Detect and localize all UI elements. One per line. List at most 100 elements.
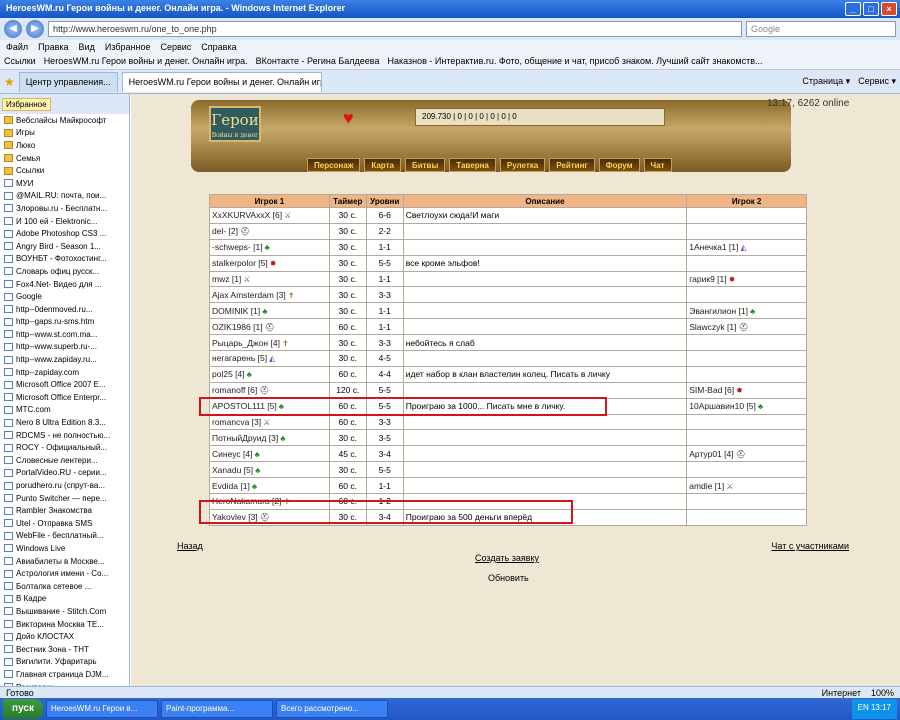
- favorite-item[interactable]: Вигилити. Уфаритарь: [0, 656, 129, 669]
- player1-cell-text[interactable]: -schweps- [1]: [212, 242, 263, 252]
- favorite-item[interactable]: Utel - Отправка SMS: [0, 517, 129, 530]
- game-nav-item[interactable]: Битвы: [404, 158, 446, 172]
- favorite-item[interactable]: ROCY - Официальный...: [0, 441, 129, 454]
- minimize-button[interactable]: _: [845, 2, 861, 16]
- favorite-item[interactable]: Астрология имени - Со...: [0, 567, 129, 580]
- menu-view[interactable]: Вид: [79, 42, 95, 52]
- favorite-item[interactable]: http--0denmoved.ru...: [0, 303, 129, 316]
- player1-cell-text[interactable]: del- [2]: [212, 226, 238, 236]
- link-vkontakte[interactable]: ВКонтакте - Регина Балдеева: [256, 56, 380, 67]
- favorite-item[interactable]: И 100 ей - Elektronic...: [0, 215, 129, 228]
- menu-help[interactable]: Справка: [201, 42, 236, 52]
- game-nav-item[interactable]: Чат: [643, 158, 672, 172]
- favorite-item[interactable]: Семья: [0, 152, 129, 165]
- favorite-item[interactable]: Игры: [0, 127, 129, 140]
- favorite-item[interactable]: http--zapiday.com: [0, 366, 129, 379]
- create-request-link[interactable]: Создать заявку: [475, 553, 539, 563]
- link-interaktiv[interactable]: Наказнов - Интерактив.ru. Фото, общение …: [387, 56, 762, 67]
- favorite-item[interactable]: Windows Live: [0, 542, 129, 555]
- player2-cell-text[interactable]: SIM-Bad [6]: [689, 385, 734, 395]
- favorite-item[interactable]: Microsoft Office 2007 E...: [0, 378, 129, 391]
- player2-cell-text[interactable]: гарик9 [1]: [689, 274, 726, 284]
- favorite-item[interactable]: http--www.st.com.ma...: [0, 328, 129, 341]
- player1-cell-text[interactable]: OZIK1986 [1]: [212, 322, 263, 332]
- start-button[interactable]: пуск: [3, 699, 43, 719]
- heart-icon[interactable]: ♥: [343, 108, 354, 129]
- task-folder[interactable]: Всего рассмотрено...: [276, 700, 388, 718]
- game-nav-item[interactable]: Персонаж: [307, 158, 361, 172]
- game-nav-item[interactable]: Рейтинг: [549, 158, 595, 172]
- favorite-item[interactable]: Главная страница DJM...: [0, 668, 129, 681]
- page-menu-button[interactable]: Страница ▾: [802, 76, 850, 87]
- menu-edit[interactable]: Правка: [38, 42, 68, 52]
- favorite-item[interactable]: Викторина Москва ТЕ...: [0, 618, 129, 631]
- zoom-level[interactable]: 100%: [871, 688, 894, 698]
- player1-cell-text[interactable]: mwz [1]: [212, 274, 241, 284]
- player2-cell-text[interactable]: 10Аршавин10 [5]: [689, 401, 756, 411]
- refresh-link[interactable]: Обновить: [488, 573, 529, 583]
- favorite-item[interactable]: Angry Bird - Season 1...: [0, 240, 129, 253]
- player1-cell-text[interactable]: Yakovlev [3]: [212, 512, 258, 522]
- favorite-item[interactable]: RDCMS - не полностью...: [0, 429, 129, 442]
- player1-cell-text[interactable]: Xanadu [5]: [212, 465, 253, 475]
- player1-cell-text[interactable]: romanoff [6]: [212, 385, 257, 395]
- favorite-item[interactable]: Microsoft Office Enterpr...: [0, 391, 129, 404]
- player1-cell-text[interactable]: pol25 [4]: [212, 369, 245, 379]
- favorite-item[interactable]: В Кадре: [0, 593, 129, 606]
- favorite-item[interactable]: Вышивание - Stitch.Com: [0, 605, 129, 618]
- favorite-item[interactable]: МУИ: [0, 177, 129, 190]
- player1-cell-text[interactable]: негагарень [5]: [212, 353, 267, 363]
- menu-tools[interactable]: Сервис: [160, 42, 191, 52]
- game-nav-item[interactable]: Форум: [598, 158, 640, 172]
- player1-cell-text[interactable]: DOMINIK [1]: [212, 306, 260, 316]
- favorite-item[interactable]: Fox4.Net- Видео для ...: [0, 278, 129, 291]
- favorite-item[interactable]: http--www.zapiday.ru...: [0, 353, 129, 366]
- player1-cell-text[interactable]: HeroNakamura [2]: [212, 496, 281, 506]
- game-nav-item[interactable]: Таверна: [449, 158, 496, 172]
- player1-cell-text[interactable]: XxXKURVAxxX [6]: [212, 210, 282, 220]
- game-logo[interactable]: Герои Войны и денег: [209, 106, 261, 142]
- favorite-item[interactable]: Болталка сетевое ...: [0, 580, 129, 593]
- player1-cell-text[interactable]: Синеус [4]: [212, 449, 252, 459]
- player2-cell-text[interactable]: Артур01 [4]: [689, 449, 733, 459]
- favorite-item[interactable]: ВОУНБТ - Фотохостинг...: [0, 253, 129, 266]
- favorite-item[interactable]: МТС.com: [0, 404, 129, 417]
- favorite-item[interactable]: Ссылки: [0, 164, 129, 177]
- player1-cell-text[interactable]: ПотныйДруид [3]: [212, 433, 278, 443]
- player1-cell-text[interactable]: Evdida [1]: [212, 481, 250, 491]
- player1-cell-text[interactable]: Рыцарь_Джон [4]: [212, 338, 280, 348]
- game-nav-item[interactable]: Карта: [364, 158, 401, 172]
- favorite-item[interactable]: Вебслайсы Майкрософт: [0, 114, 129, 127]
- player1-cell-text[interactable]: APOSTOL111 [5]: [212, 401, 277, 411]
- tab-heroeswm[interactable]: HeroesWM.ru Герои войны и денег. Онлайн …: [121, 71, 322, 92]
- task-paint[interactable]: Paint-программа...: [161, 700, 273, 718]
- favorites-button[interactable]: Избранное: [2, 97, 51, 111]
- back-button[interactable]: ◀: [4, 20, 22, 38]
- link-heroeswm[interactable]: HeroesWM.ru Герои войны и денег. Онлайн …: [44, 56, 248, 67]
- favorite-item[interactable]: Google: [0, 290, 129, 303]
- player2-cell-text[interactable]: Slawczyk [1]: [689, 322, 736, 332]
- player2-cell-text[interactable]: Эвангилион [1]: [689, 306, 748, 316]
- favorite-item[interactable]: PortalVideo.RU - серии...: [0, 467, 129, 480]
- favorite-item[interactable]: Punto Switcher — пере...: [0, 492, 129, 505]
- favorite-item[interactable]: http--www.superb.ru-...: [0, 341, 129, 354]
- favorite-item[interactable]: Nero 8 Ultra Edition 8.3...: [0, 416, 129, 429]
- forward-button[interactable]: ▶: [26, 20, 44, 38]
- maximize-button[interactable]: □: [863, 2, 879, 16]
- favorite-item[interactable]: Adobe Photoshop CS3 ...: [0, 227, 129, 240]
- player2-cell-text[interactable]: 1Анечка1 [1]: [689, 242, 738, 252]
- url-input[interactable]: http://www.heroeswm.ru/one_to_one.php: [48, 21, 742, 37]
- tab-control-center[interactable]: Центр управления...: [18, 71, 118, 92]
- favorite-item[interactable]: Дойо КЛОСТАХ: [0, 630, 129, 643]
- player2-cell-text[interactable]: amdie [1]: [689, 481, 724, 491]
- back-link[interactable]: Назад: [177, 541, 203, 551]
- favorite-item[interactable]: Люко: [0, 139, 129, 152]
- favorite-item[interactable]: http--gaps.ru-sms.htm: [0, 316, 129, 329]
- favorite-item[interactable]: Авиабилеты в Москве...: [0, 555, 129, 568]
- close-button[interactable]: ×: [881, 2, 897, 16]
- favorite-item[interactable]: WebFile - бесплатный...: [0, 530, 129, 543]
- player1-cell-text[interactable]: romancva [3]: [212, 417, 261, 427]
- favorite-item[interactable]: Вестник Зона - ТНТ: [0, 643, 129, 656]
- player1-cell-text[interactable]: stalkerpolor [5]: [212, 258, 268, 268]
- favorite-item[interactable]: @MAIL.RU: почта, пои...: [0, 190, 129, 203]
